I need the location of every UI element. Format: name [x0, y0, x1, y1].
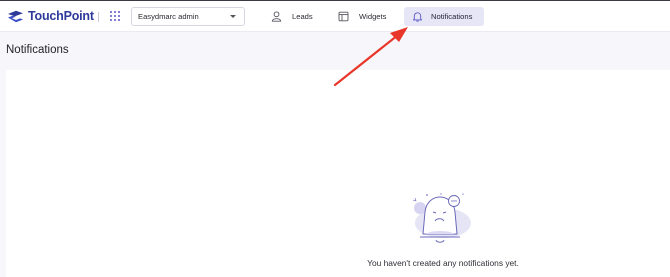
touchpoint-logo[interactable]: TouchPoint [7, 9, 94, 23]
empty-state-message: You haven't created any notifications ye… [367, 258, 519, 268]
notifications-panel [6, 70, 670, 277]
sad-bell-illustration [412, 193, 471, 243]
user-icon [271, 11, 282, 22]
bell-icon [412, 12, 423, 22]
nav-notifications-label: Notifications [431, 12, 473, 21]
page-title: Notifications [6, 44, 69, 56]
nav-notifications[interactable]: Notifications [404, 7, 484, 26]
top-navigation-bar: TouchPoint Easydmarc admin Leads Widgets… [0, 0, 670, 32]
nav-widgets-label: Widgets [359, 12, 387, 21]
nav-widgets[interactable]: Widgets [334, 7, 390, 26]
header-divider [98, 12, 99, 22]
account-selector-value: Easydmarc admin [138, 12, 199, 21]
chevron-down-icon [230, 15, 236, 18]
widget-icon [338, 11, 349, 22]
nav-leads-label: Leads [292, 12, 313, 21]
app-name: TouchPoint [28, 9, 94, 23]
touchpoint-logo-icon [8, 10, 23, 22]
app-launcher-icon[interactable] [110, 11, 120, 21]
account-selector[interactable]: Easydmarc admin [131, 7, 245, 26]
nav-leads[interactable]: Leads [267, 7, 317, 26]
